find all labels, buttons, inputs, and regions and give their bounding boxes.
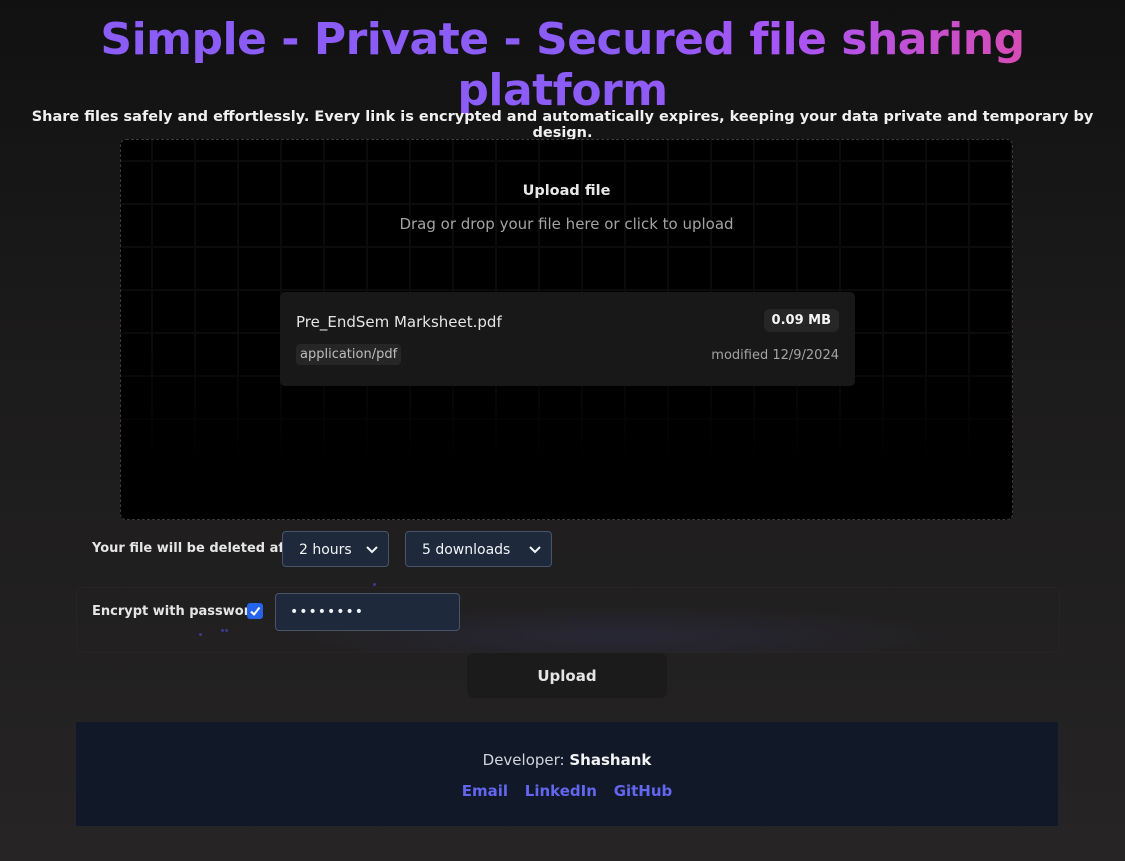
expiry-downloads-value: 5 downloads xyxy=(422,542,511,558)
linkedin-link[interactable]: LinkedIn xyxy=(525,782,597,800)
chevron-down-icon xyxy=(366,546,378,554)
decorative-particle xyxy=(199,633,202,636)
expiry-time-select[interactable]: 2 hours xyxy=(282,531,389,567)
github-link[interactable]: GitHub xyxy=(614,782,673,800)
developer-prefix: Developer: xyxy=(482,751,570,769)
expiry-time-value: 2 hours xyxy=(299,542,352,558)
email-link[interactable]: Email xyxy=(462,782,508,800)
expiry-label: Your file will be deleted after xyxy=(92,541,306,556)
footer-links: Email LinkedIn GitHub xyxy=(76,782,1058,800)
password-input[interactable] xyxy=(275,593,460,631)
decorative-particle xyxy=(221,629,224,632)
check-icon xyxy=(250,606,261,617)
dropzone-hint: Drag or drop your file here or click to … xyxy=(399,215,734,233)
file-dropzone[interactable]: Upload file Drag or drop your file here … xyxy=(120,139,1013,520)
file-name: Pre_EndSem Marksheet.pdf xyxy=(296,313,502,331)
developer-credit: Developer: Shashank xyxy=(76,751,1058,769)
footer: Developer: Shashank Email LinkedIn GitHu… xyxy=(76,722,1058,826)
file-size-badge: 0.09 MB xyxy=(763,309,839,332)
page-title: Simple - Private - Secured file sharing … xyxy=(0,14,1125,116)
upload-button[interactable]: Upload xyxy=(467,653,667,698)
chevron-down-icon xyxy=(529,546,541,554)
decorative-particle xyxy=(225,629,228,632)
encryption-panel xyxy=(76,587,1060,653)
encrypt-label: Encrypt with password xyxy=(92,604,260,619)
decorative-particle xyxy=(373,583,376,586)
dropzone-title: Upload file xyxy=(522,183,611,199)
file-type-badge: application/pdf xyxy=(296,344,402,365)
file-modified-date: modified 12/9/2024 xyxy=(711,348,839,363)
developer-name: Shashank xyxy=(569,751,652,769)
expiry-downloads-select[interactable]: 5 downloads xyxy=(405,531,552,567)
encrypt-checkbox[interactable] xyxy=(247,603,263,619)
page-subtitle: Share files safely and effortlessly. Eve… xyxy=(31,109,1094,141)
selected-file-card: Pre_EndSem Marksheet.pdf 0.09 MB applica… xyxy=(280,292,855,386)
